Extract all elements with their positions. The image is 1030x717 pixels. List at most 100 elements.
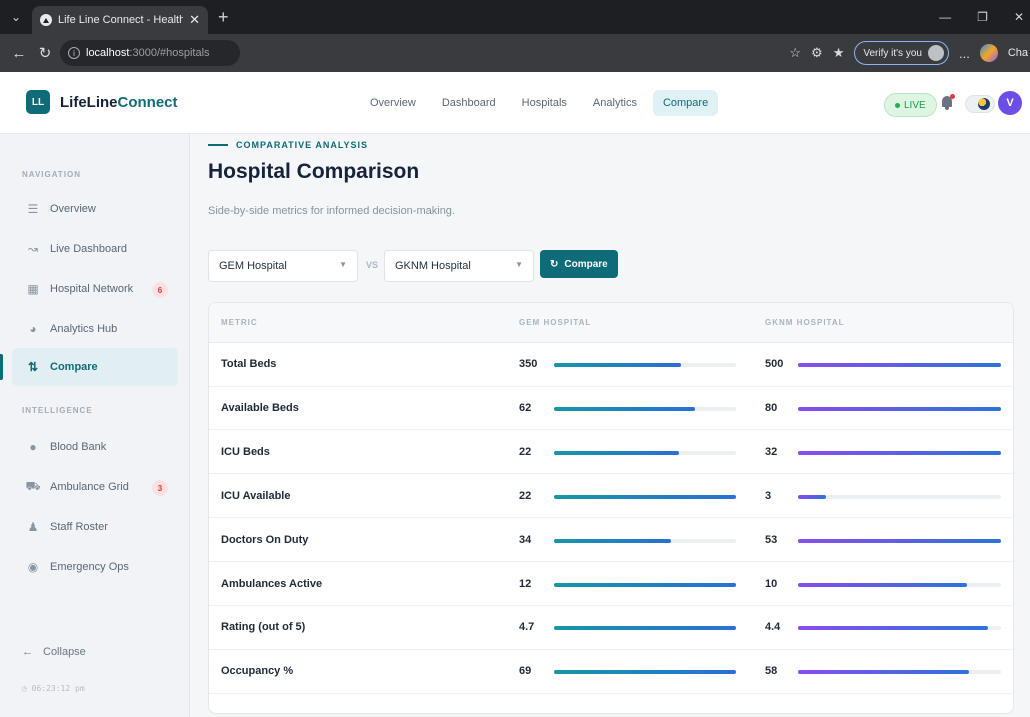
sidebar-item-blood-bank[interactable]: ● Blood Bank [12,428,178,466]
hospital-b-bar-fill [798,670,969,675]
hospital-a-value: 34 [519,533,532,546]
hospital-a-bar [554,582,736,587]
hospital-b-value: 32 [765,445,778,458]
tab-search-icon[interactable]: ⌄ [0,0,32,34]
back-icon[interactable]: ← [8,45,30,62]
close-window-icon[interactable]: ✕ [1014,10,1024,24]
brand-name-accent: Connect [117,93,178,111]
comparison-table: METRIC GEM HOSPITAL GKNM HOSPITAL Total … [208,302,1014,714]
hospital-b-value: 3 [765,489,772,502]
bookmark-star-icon[interactable]: ☆ [789,45,801,61]
more-menu-icon[interactable]: ... [959,46,970,61]
live-dot-icon [895,102,900,108]
nav-analytics[interactable]: Analytics [583,90,647,116]
sidebar-item-compare[interactable]: ⇅ Compare [0,348,178,386]
sidebar-clock: ◷ 06:23:12 pm [22,684,85,693]
browser-tab[interactable]: Life Line Connect - Healthcare Inte ✕ [32,6,208,34]
nav-overview[interactable]: Overview [360,90,426,116]
staff-icon: ♟ [27,520,39,534]
sidebar-item-label: Staff Roster [50,521,108,533]
user-avatar[interactable]: V [998,91,1022,115]
live-status-badge: LIVE [884,93,937,117]
brand[interactable]: LL LifeLineConnect [26,90,178,114]
copilot-label: Cha [1007,47,1028,59]
new-tab-icon[interactable]: + [218,7,229,28]
hospital-b-value: 4.4 [765,621,781,634]
sidebar-item-label: Emergency Ops [50,561,129,573]
sidebar-section-intelligence: INTELLIGENCE [22,406,93,415]
theme-toggle[interactable] [965,95,995,113]
browser-tab-bar: ⌄ Life Line Connect - Healthcare Inte ✕ … [0,0,1030,34]
hospital-b-bar [798,494,1001,499]
hospital-b-bar-fill [798,494,826,499]
sidebar-item-analytics-hub[interactable]: ◕ Analytics Hub [12,310,178,348]
hospital-b-bar-fill [798,626,988,631]
toolbar-right: ☆ ⚙ ★ Verify it's you ... Cha [789,34,1030,72]
nav-compare[interactable]: Compare [652,90,719,116]
metric-label: Ambulances Active [221,577,323,590]
extensions-icon[interactable]: ⚙ [811,45,823,61]
table-row: ICU Beds 22 32 [209,431,1013,475]
url-host: localhost [86,47,130,59]
sidebar-item-ambulance-grid[interactable]: ⛟ Ambulance Grid 3 [12,468,178,506]
table-row: Rating (out of 5) 4.7 4.4 [209,606,1013,650]
pie-chart-icon: ◕ [29,322,37,336]
clock-icon: ◷ [22,684,27,693]
hospital-a-bar-fill [554,406,696,411]
sidebar-section-navigation: NAVIGATION [22,170,82,179]
hospital-b-value: 80 [765,401,778,414]
sidebar-item-live-dashboard[interactable]: ↝ Live Dashboard [12,230,178,268]
sidebar-item-hospital-network[interactable]: ▦ Hospital Network 6 [12,270,178,308]
metric-label: ICU Beds [221,445,270,458]
hospital-a-bar-fill [554,494,736,499]
hospital-b-bar-fill [798,538,1001,543]
hospital-b-value: 10 [765,577,778,590]
tab-close-icon[interactable]: ✕ [189,12,200,28]
collapse-sidebar-button[interactable]: ← Collapse [22,646,86,658]
hospital-a-bar-fill [554,450,680,455]
metric-label: Doctors On Duty [221,533,309,546]
page-subtitle: Side-by-side metrics for informed decisi… [208,205,455,217]
eyebrow-label: COMPARATIVE ANALYSIS [236,140,369,150]
hospital-b-bar [798,363,1001,367]
hospital-a-bar-fill [554,670,736,675]
hospital-b-bar [798,406,1001,411]
hospital-network-count-badge: 6 [152,282,168,298]
notification-bell-icon[interactable] [940,94,955,112]
copilot-icon[interactable] [979,44,998,62]
brand-name: LifeLineConnect [60,94,178,111]
reload-icon[interactable]: ↻ [34,44,56,62]
sidebar-item-overview[interactable]: ☰ Overview [12,190,178,228]
hospital-a-select[interactable]: GEM Hospital ▼ [208,250,358,282]
sidebar-item-staff-roster[interactable]: ♟ Staff Roster [12,508,178,546]
favorites-icon[interactable]: ★ [833,45,845,61]
sidebar-item-label: Overview [50,203,96,215]
hospital-b-bar [798,670,1001,675]
hospital-b-value: GKNM Hospital [395,260,471,272]
table-row: Doctors On Duty 34 53 [209,519,1013,563]
table-header: METRIC GEM HOSPITAL GKNM HOSPITAL [209,303,1013,343]
sidebar-item-emergency-ops[interactable]: ◉ Emergency Ops [12,548,178,586]
nav-hospitals[interactable]: Hospitals [512,90,577,116]
col-hospital-b-header: GKNM HOSPITAL [765,318,845,327]
restore-icon[interactable]: ❐ [977,10,988,24]
hospital-a-bar [554,538,736,543]
arrow-left-icon: ← [22,646,33,658]
col-hospital-a-header: GEM HOSPITAL [519,318,592,327]
brand-name-main: LifeLine [60,93,118,111]
minimize-icon[interactable]: — [939,10,951,24]
layers-icon: ☰ [27,202,39,216]
url-path: :3000/#hospitals [129,47,210,59]
site-info-icon[interactable]: i [68,47,80,59]
sidebar-item-label: Analytics Hub [50,323,118,335]
nav-dashboard[interactable]: Dashboard [432,90,506,116]
col-metric-header: METRIC [221,318,258,327]
hospital-a-value: 4.7 [519,621,535,634]
compare-button[interactable]: ↻ Compare [540,250,618,278]
url-field[interactable]: i localhost :3000/#hospitals [60,40,240,66]
collapse-label: Collapse [43,646,86,658]
hospital-b-select[interactable]: GKNM Hospital ▼ [384,250,534,282]
hospital-building-icon: ▦ [27,282,39,296]
verify-profile-button[interactable]: Verify it's you [854,41,949,65]
hospital-b-bar-fill [798,406,1001,411]
